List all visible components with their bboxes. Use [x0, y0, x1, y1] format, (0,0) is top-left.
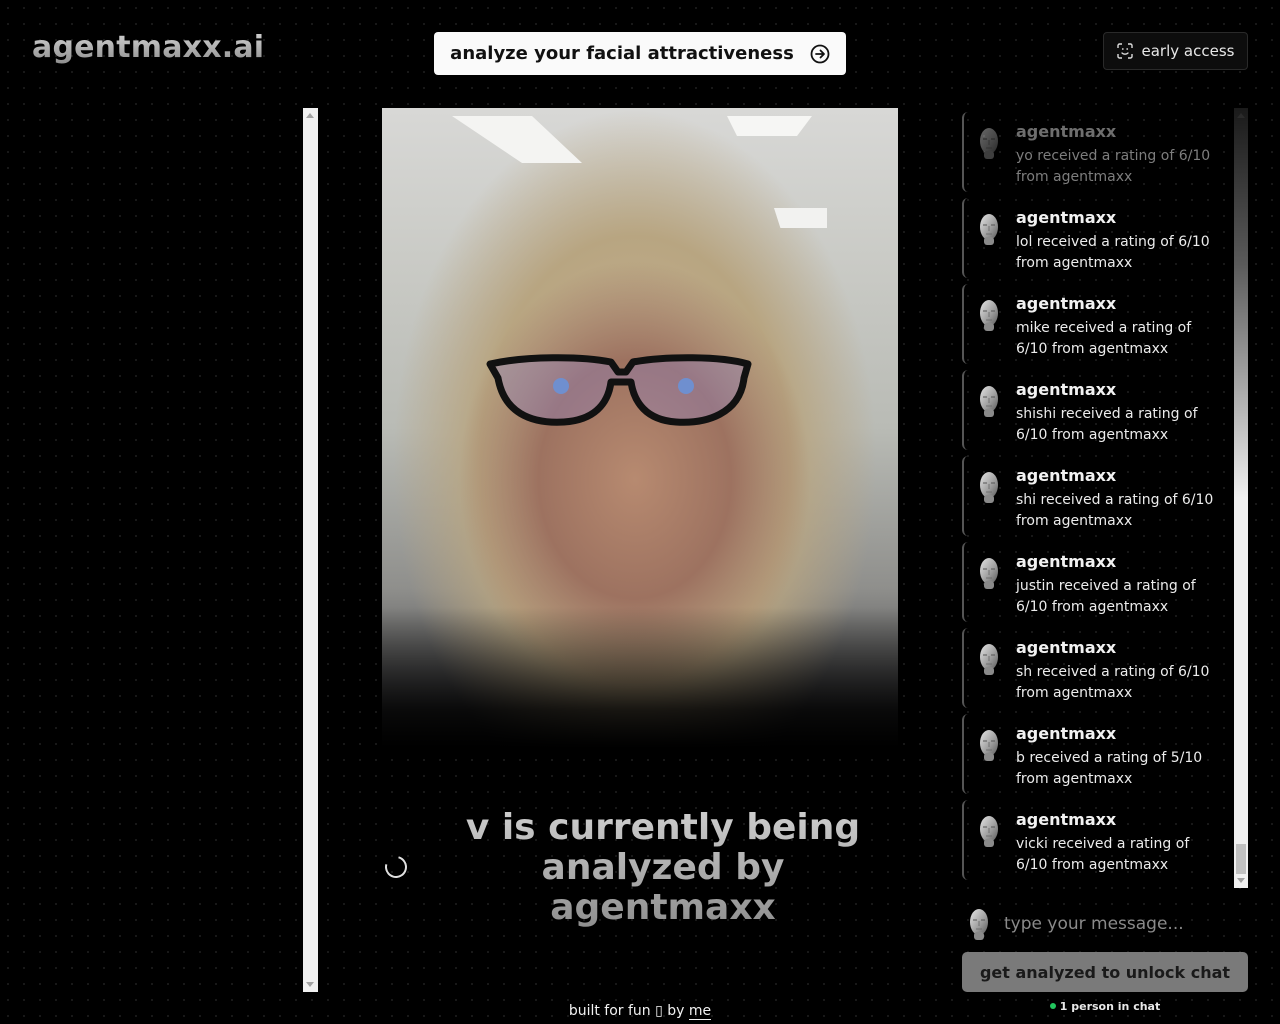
chat-scroll-up-arrow[interactable]: [1237, 113, 1245, 118]
agent-avatar-face-icon: [978, 298, 1000, 332]
chat-feed[interactable]: agentmaxx yo received a rating of 6/10 fr…: [962, 108, 1234, 888]
left-scrollbar[interactable]: [303, 108, 318, 992]
logo[interactable]: agentmaxx.ai: [32, 30, 264, 65]
message-author: agentmaxx: [1016, 380, 1117, 399]
footer: built for fun ▯ by me: [0, 1003, 1280, 1020]
chat-message: agentmaxx lol received a rating of 6/10 f…: [962, 198, 1234, 278]
user-avatar-face-icon: [968, 907, 990, 941]
agent-avatar-face-icon: [978, 470, 1000, 504]
agent-avatar-face-icon: [978, 814, 1000, 848]
message-author: agentmaxx: [1016, 122, 1117, 141]
analyze-face-button[interactable]: analyze your facial attractiveness: [434, 32, 846, 75]
early-access-button[interactable]: early access: [1103, 32, 1248, 70]
ceiling-lights: [452, 116, 827, 228]
glasses: [486, 354, 752, 426]
chat-scroll-down-arrow[interactable]: [1237, 878, 1245, 883]
chat-message: agentmaxx yo received a rating of 6/10 fr…: [962, 112, 1234, 192]
arrow-right-circle-icon: [810, 44, 830, 63]
message-text: mike received a rating of 6/10 from agen…: [1016, 320, 1192, 357]
message-text: shi received a rating of 6/10 from agent…: [1016, 492, 1214, 529]
message-text: shishi received a rating of 6/10 from ag…: [1016, 406, 1198, 443]
message-text: justin received a rating of 6/10 from ag…: [1016, 578, 1196, 615]
agent-avatar-face-icon: [978, 212, 1000, 246]
chat-message: agentmaxx justin received a rating of 6/1…: [962, 542, 1234, 622]
message-text: lol received a rating of 6/10 from agent…: [1016, 234, 1210, 271]
early-access-label: early access: [1141, 42, 1235, 60]
chat-message: agentmaxx shishi received a rating of 6/1…: [962, 370, 1234, 450]
chat-message: agentmaxx shi received a rating of 6/10 f…: [962, 456, 1234, 536]
message-text: sh received a rating of 6/10 from agentm…: [1016, 664, 1210, 701]
face-scan-icon: [1116, 43, 1133, 59]
chat-message-input[interactable]: [1002, 908, 1246, 940]
message-author: agentmaxx: [1016, 638, 1117, 657]
unlock-chat-button[interactable]: get analyzed to unlock chat: [962, 952, 1248, 992]
message-author: agentmaxx: [1016, 552, 1117, 571]
message-author: agentmaxx: [1016, 466, 1117, 485]
analyze-face-label: analyze your facial attractiveness: [450, 43, 794, 64]
chat-message: agentmaxx b received a rating of 5/10 fro…: [962, 714, 1234, 794]
message-author: agentmaxx: [1016, 724, 1117, 743]
scroll-down-arrow[interactable]: [306, 982, 314, 987]
agent-avatar-face-icon: [978, 556, 1000, 590]
analysis-status-text: v is currently being analyzed by agentma…: [440, 808, 886, 928]
footer-author-link[interactable]: me: [688, 1003, 712, 1020]
message-text: b received a rating of 5/10 from agentma…: [1016, 750, 1203, 787]
chat-message: agentmaxx vicki received a rating of 6/10…: [962, 800, 1234, 880]
message-text: vicki received a rating of 6/10 from age…: [1016, 836, 1190, 873]
agent-avatar-face-icon: [978, 642, 1000, 676]
chat-scroll-thumb[interactable]: [1236, 844, 1246, 874]
message-author: agentmaxx: [1016, 208, 1117, 227]
chat-composer: [962, 904, 1248, 944]
analyzed-photo: [382, 108, 898, 748]
chat-scrollbar[interactable]: [1234, 108, 1248, 888]
footer-text: built for fun ▯ by: [568, 1003, 685, 1019]
agent-avatar-face-icon: [978, 728, 1000, 762]
message-author: agentmaxx: [1016, 810, 1117, 829]
agent-avatar-face-icon: [978, 384, 1000, 418]
message-author: agentmaxx: [1016, 294, 1117, 313]
message-text: yo received a rating of 6/10 from agentm…: [1016, 148, 1211, 185]
chat-message: agentmaxx sh received a rating of 6/10 fr…: [962, 628, 1234, 708]
scroll-up-arrow[interactable]: [306, 113, 314, 118]
loading-spinner-icon: [380, 851, 412, 883]
chat-message: agentmaxx mike received a rating of 6/10 …: [962, 284, 1234, 364]
agent-avatar-face-icon: [978, 126, 1000, 160]
